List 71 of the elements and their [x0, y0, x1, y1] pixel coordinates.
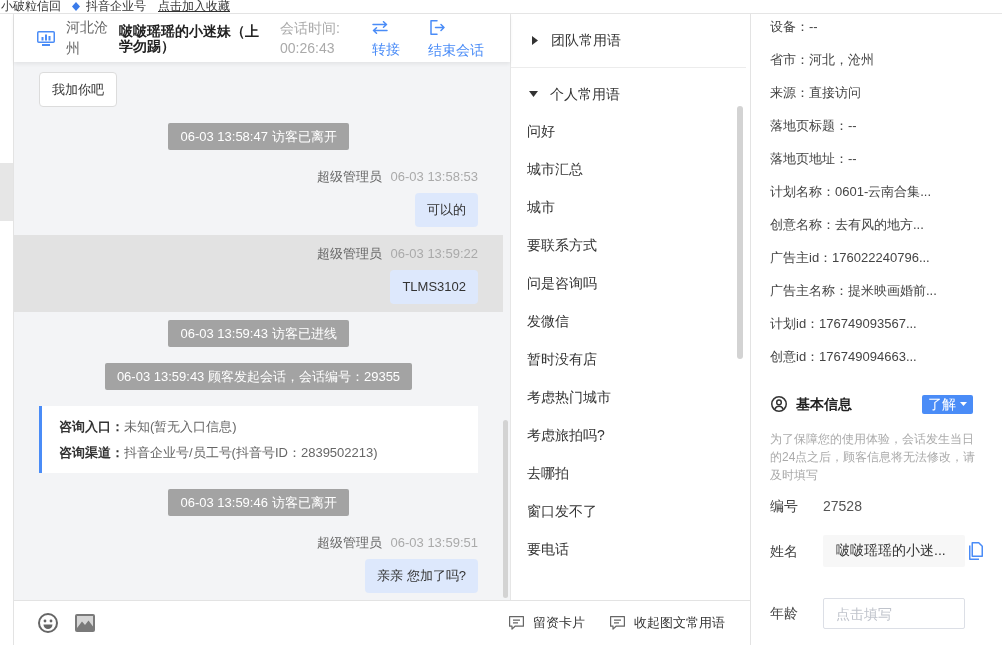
detail-text: 来源：直接访问: [770, 85, 861, 100]
phrase-item[interactable]: 考虑旅拍吗?: [511, 416, 750, 454]
detail-text: 广告主名称：提米映画婚前...: [770, 283, 937, 298]
phrase-item[interactable]: 城市: [511, 188, 750, 226]
phrase-item[interactable]: 去哪拍: [511, 454, 750, 492]
system-notice: 06-03 13:59:43 顾客发起会话，会话编号：29355: [104, 363, 413, 390]
phrase-item[interactable]: 要电话: [511, 530, 750, 568]
message-time: 06-03 13:59:51: [390, 535, 478, 551]
message-time: 06-03 13:58:53: [390, 169, 478, 185]
message-bubble: 亲亲 您加了吗?: [365, 559, 478, 593]
monitor-icon: [37, 31, 55, 46]
diamond-icon: [72, 2, 80, 11]
account-name: 抖音企业号: [86, 0, 146, 13]
copy-icon[interactable]: [969, 542, 983, 560]
detail-text: 广告主id：176022240796...: [770, 250, 930, 265]
scrollbar-thumb[interactable]: [503, 420, 508, 598]
input-field[interactable]: 点击填写: [823, 598, 965, 629]
section-title: 基本信息: [796, 394, 852, 414]
detail-text: 创意名称：去有风的地方...: [770, 217, 924, 232]
detail-text: 落地页标题：--: [770, 118, 857, 133]
detail-text: 计划名称：0601-云南合集...: [770, 184, 932, 199]
phrase-item[interactable]: 暂时没有店: [511, 340, 750, 378]
phrase-group-header[interactable]: 团队常用语: [511, 14, 746, 68]
detail-text: 计划id：176749093567...: [770, 316, 917, 331]
field-value: 27528: [823, 496, 862, 516]
exit-icon: [430, 20, 445, 35]
system-notice: 06-03 13:58:47 访客已离开: [168, 123, 349, 150]
field-label: 姓名: [770, 541, 799, 561]
swap-arrows-icon: [372, 21, 388, 34]
phrase-item[interactable]: 要联系方式: [511, 226, 750, 264]
site-name: 小破粒信回: [1, 0, 61, 13]
sender-name: 超级管理员: [316, 169, 382, 185]
phrase-group-header[interactable]: 个人常用语: [511, 68, 750, 112]
info-line: 咨询渠道：抖音企业号/员工号(抖音号ID：2839502213): [59, 444, 379, 462]
message-bubble: 我加你吧: [39, 72, 117, 107]
phrase-item[interactable]: 问是咨询吗: [511, 264, 750, 302]
bookmark-link[interactable]: 点击加入收藏: [158, 0, 230, 13]
message-icon: [509, 616, 524, 630]
phrase-item[interactable]: 考虑热门城市: [511, 378, 750, 416]
phrase-item[interactable]: 问好: [511, 112, 750, 150]
phrase-item[interactable]: 窗口发不了: [511, 492, 750, 530]
smiley-icon[interactable]: [38, 613, 58, 633]
system-notice: 06-03 13:59:46 访客已离开: [168, 489, 349, 516]
field-label: 年龄: [770, 604, 799, 623]
toolbar-button[interactable]: 收起图文常用语: [610, 613, 725, 633]
info-line: 咨询入口：未知(暂无入口信息): [59, 418, 238, 436]
detail-text: 创意id：176749094663...: [770, 349, 917, 364]
message-icon: [610, 616, 625, 630]
message-time: 06-03 13:59:22: [390, 246, 478, 262]
image-icon[interactable]: [75, 614, 95, 632]
sender-name: 超级管理员: [316, 535, 382, 551]
duration-label: 会话时间:: [280, 19, 341, 38]
detail-text: 省市：河北，沧州: [770, 52, 874, 67]
message-bubble: 可以的: [415, 193, 478, 227]
visitor-name: 啵啵瑶瑶的小迷妹（上学勿踢）: [119, 24, 260, 54]
notice-text: 为了保障您的使用体验，会话发生当日的24点之后，顾客信息将无法修改，请及时填写: [770, 431, 977, 484]
caret-down-icon: [960, 402, 967, 406]
toolbar-button[interactable]: 留资卡片: [509, 613, 585, 633]
phrase-item[interactable]: 城市汇总: [511, 150, 750, 188]
scrollbar-thumb[interactable]: [737, 106, 743, 359]
visitor-location: 河北沧州: [66, 18, 109, 58]
duration-value: 00:26:43: [280, 39, 336, 58]
detail-text: 落地页地址：--: [770, 151, 857, 166]
message-bubble: TLMS3102: [390, 270, 478, 304]
user-circle-icon: [771, 396, 787, 412]
phrase-item[interactable]: 发微信: [511, 302, 750, 340]
field-label: 编号: [770, 496, 799, 516]
sender-name: 超级管理员: [316, 246, 382, 262]
system-notice: 06-03 13:59:43 访客已进线: [168, 320, 349, 347]
detail-text: 设备：--: [770, 19, 818, 34]
name-field[interactable]: 啵啵瑶瑶的小迷...: [823, 535, 965, 567]
